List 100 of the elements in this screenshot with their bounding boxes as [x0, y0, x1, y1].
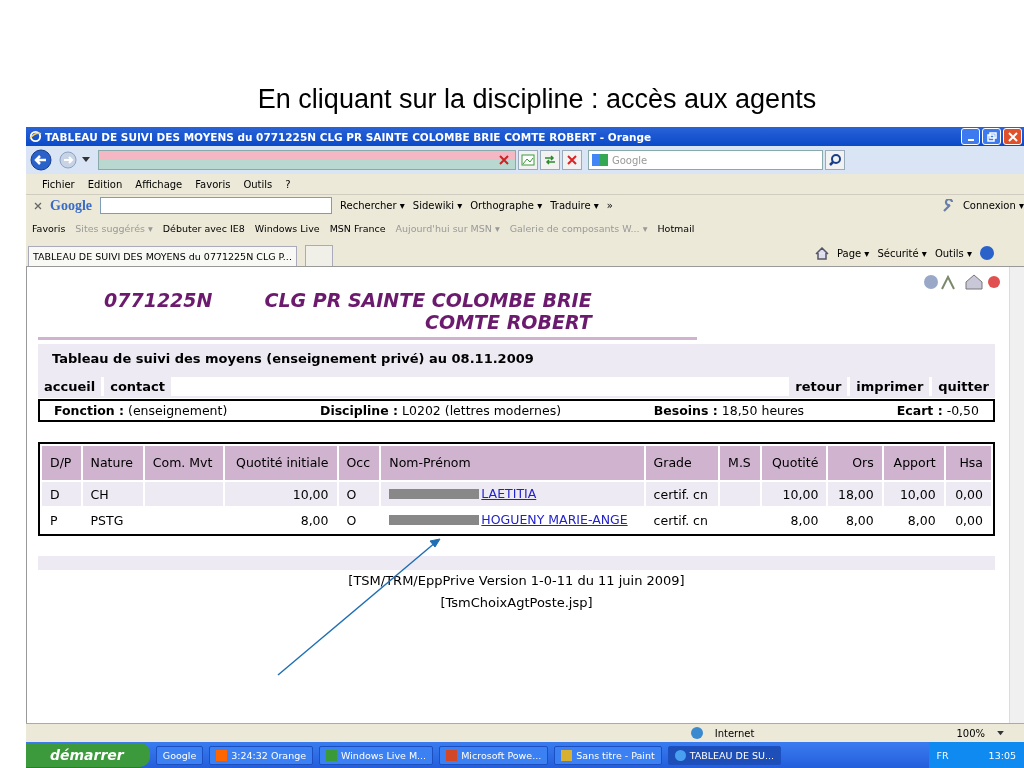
compatibility-icon[interactable]: [518, 150, 538, 170]
table-cell: CH: [90, 486, 109, 502]
table-cell: D: [50, 486, 60, 502]
column-header: M.S: [720, 446, 760, 480]
command-item[interactable]: Page ▾: [836, 247, 870, 259]
table-cell: 0,00: [955, 512, 983, 528]
info-field: Besoins : 18,50 heures: [653, 403, 805, 418]
column-header: Ors: [828, 446, 882, 480]
info-field: Ecart : -0,50: [896, 403, 979, 418]
minimize-button[interactable]: [961, 128, 980, 145]
close-icon: [1007, 131, 1018, 142]
home-icon[interactable]: [814, 246, 829, 260]
column-header: D/P: [42, 446, 81, 480]
favorite-link[interactable]: Hotmail: [657, 222, 695, 234]
language-label[interactable]: FR: [936, 749, 949, 761]
menu-item[interactable]: Outils: [243, 178, 280, 190]
globe-icon: [690, 727, 703, 739]
taskbar-button[interactable]: Windows Live M...: [319, 745, 434, 765]
table-cell: O: [346, 486, 357, 502]
restore-button[interactable]: [982, 128, 1001, 145]
zoom-level[interactable]: 100%: [956, 727, 985, 739]
command-item[interactable]: Outils ▾: [934, 247, 972, 259]
table-cell: 8,00: [790, 512, 819, 528]
table-cell: certif. cn: [653, 512, 708, 528]
favorite-link[interactable]: Favoris: [32, 222, 66, 234]
favorite-link[interactable]: MSN France: [329, 222, 386, 234]
column-header: Grade: [645, 446, 719, 480]
clock: 13:05: [988, 749, 1016, 761]
certificate-error-icon: [499, 155, 509, 165]
toolbar-item[interactable]: Rechercher ▾: [340, 200, 405, 211]
taskbar-button[interactable]: Microsoft Powe...: [439, 745, 549, 765]
minimize-icon: [967, 138, 974, 141]
column-header: Nature: [82, 446, 143, 480]
taskbar-button[interactable]: Google: [155, 745, 204, 765]
close-button[interactable]: [1003, 128, 1022, 145]
toolbar-item[interactable]: Sidewiki ▾: [412, 200, 463, 211]
taskbar-button[interactable]: Sans titre - Paint: [554, 745, 662, 765]
table-cell: 18,00: [837, 486, 874, 502]
help-icon[interactable]: [980, 246, 994, 260]
agent-link[interactable]: LAETITIA: [481, 486, 537, 502]
footer-text: [TsmChoixAgtPoste.jsp]: [440, 595, 593, 610]
table-cell: P: [50, 512, 58, 528]
google-logo: Google: [50, 197, 92, 214]
table-cell: 8,00: [300, 512, 329, 528]
stop-icon[interactable]: [562, 150, 582, 170]
school-code: 0771225N: [104, 289, 213, 313]
school-name: CLG PR SAINTE COLOMBE BRIE: [264, 289, 592, 311]
toolbar-item[interactable]: »: [606, 200, 613, 211]
close-icon[interactable]: [34, 201, 42, 210]
browser-tab[interactable]: TABLEAU DE SUIVI DES MOYENS du 0771225N CLG P...: [28, 246, 297, 266]
agent-link[interactable]: HOGUENY MARIE-ANGE: [481, 512, 628, 528]
info-field: Discipline : L0202 (lettres modernes): [320, 403, 562, 418]
column-header: Com. Mvt: [144, 446, 223, 480]
start-button[interactable]: démarrer: [26, 743, 150, 767]
favorite-link[interactable]: Windows Live: [254, 222, 320, 234]
nav-link[interactable]: quitter: [932, 377, 995, 396]
nav-link[interactable]: imprimer: [850, 377, 930, 396]
table-cell: O: [346, 512, 357, 528]
column-header: Hsa: [945, 446, 991, 480]
connexion-button[interactable]: Connexion ▾: [962, 200, 1024, 211]
caret-icon[interactable]: [997, 730, 1004, 736]
table-cell: 10,00: [782, 486, 819, 502]
menu-item[interactable]: Fichier: [42, 178, 82, 190]
restore-icon: [986, 131, 997, 142]
column-header: Nom-Prénom: [381, 446, 644, 480]
nav-link[interactable]: retour: [789, 377, 848, 396]
window-title: TABLEAU DE SUIVI DES MOYENS du 0771225N CLG PR SAINTE COLOMBE BRIE COMTE ROBERT - Orange: [45, 130, 652, 143]
refresh-icon[interactable]: [540, 150, 560, 170]
menu-item[interactable]: Favoris: [195, 178, 238, 190]
taskbar-button[interactable]: TABLEAU DE SU...: [667, 745, 781, 765]
page-subtitle: Tableau de suivi des moyens (enseignement privé) au 08.11.2009: [52, 351, 534, 366]
school-name: COMTE ROBERT: [425, 311, 592, 333]
table-cell: 8,00: [907, 512, 936, 528]
table-cell: certif. cn: [653, 486, 708, 502]
column-header: Quotité: [762, 446, 827, 480]
table-cell: 10,00: [292, 486, 329, 502]
table-cell: 8,00: [845, 512, 874, 528]
slide-title: En cliquant sur la discipline : accès aux agents: [256, 83, 818, 116]
squares-icon: [592, 154, 608, 166]
menu-item[interactable]: ?: [285, 178, 298, 190]
column-header: Apport: [883, 446, 944, 480]
taskbar-button[interactable]: 3:24:32 Orange: [209, 745, 314, 765]
caret-icon[interactable]: [82, 157, 90, 163]
nav-link[interactable]: accueil: [38, 377, 102, 396]
menu-item[interactable]: Affichage: [135, 178, 190, 190]
search-icon[interactable]: [825, 150, 845, 170]
column-header: Quotité initiale: [224, 446, 337, 480]
command-item[interactable]: Sécurité ▾: [877, 247, 927, 259]
table-cell: PSTG: [90, 512, 124, 528]
column-header: Occ: [338, 446, 380, 480]
browser-icon: [29, 130, 42, 143]
zone-label: Internet: [714, 727, 755, 739]
nav-link[interactable]: contact: [104, 377, 171, 396]
table-cell: 10,00: [899, 486, 936, 502]
info-field: Fonction : (enseignement): [54, 403, 228, 418]
favorite-link[interactable]: Débuter avec IE8: [162, 222, 245, 234]
table-cell: 0,00: [955, 486, 983, 502]
toolbar-item[interactable]: Orthographe ▾: [470, 200, 543, 211]
menu-item[interactable]: Edition: [87, 178, 130, 190]
toolbar-item[interactable]: Traduire ▾: [550, 200, 599, 211]
